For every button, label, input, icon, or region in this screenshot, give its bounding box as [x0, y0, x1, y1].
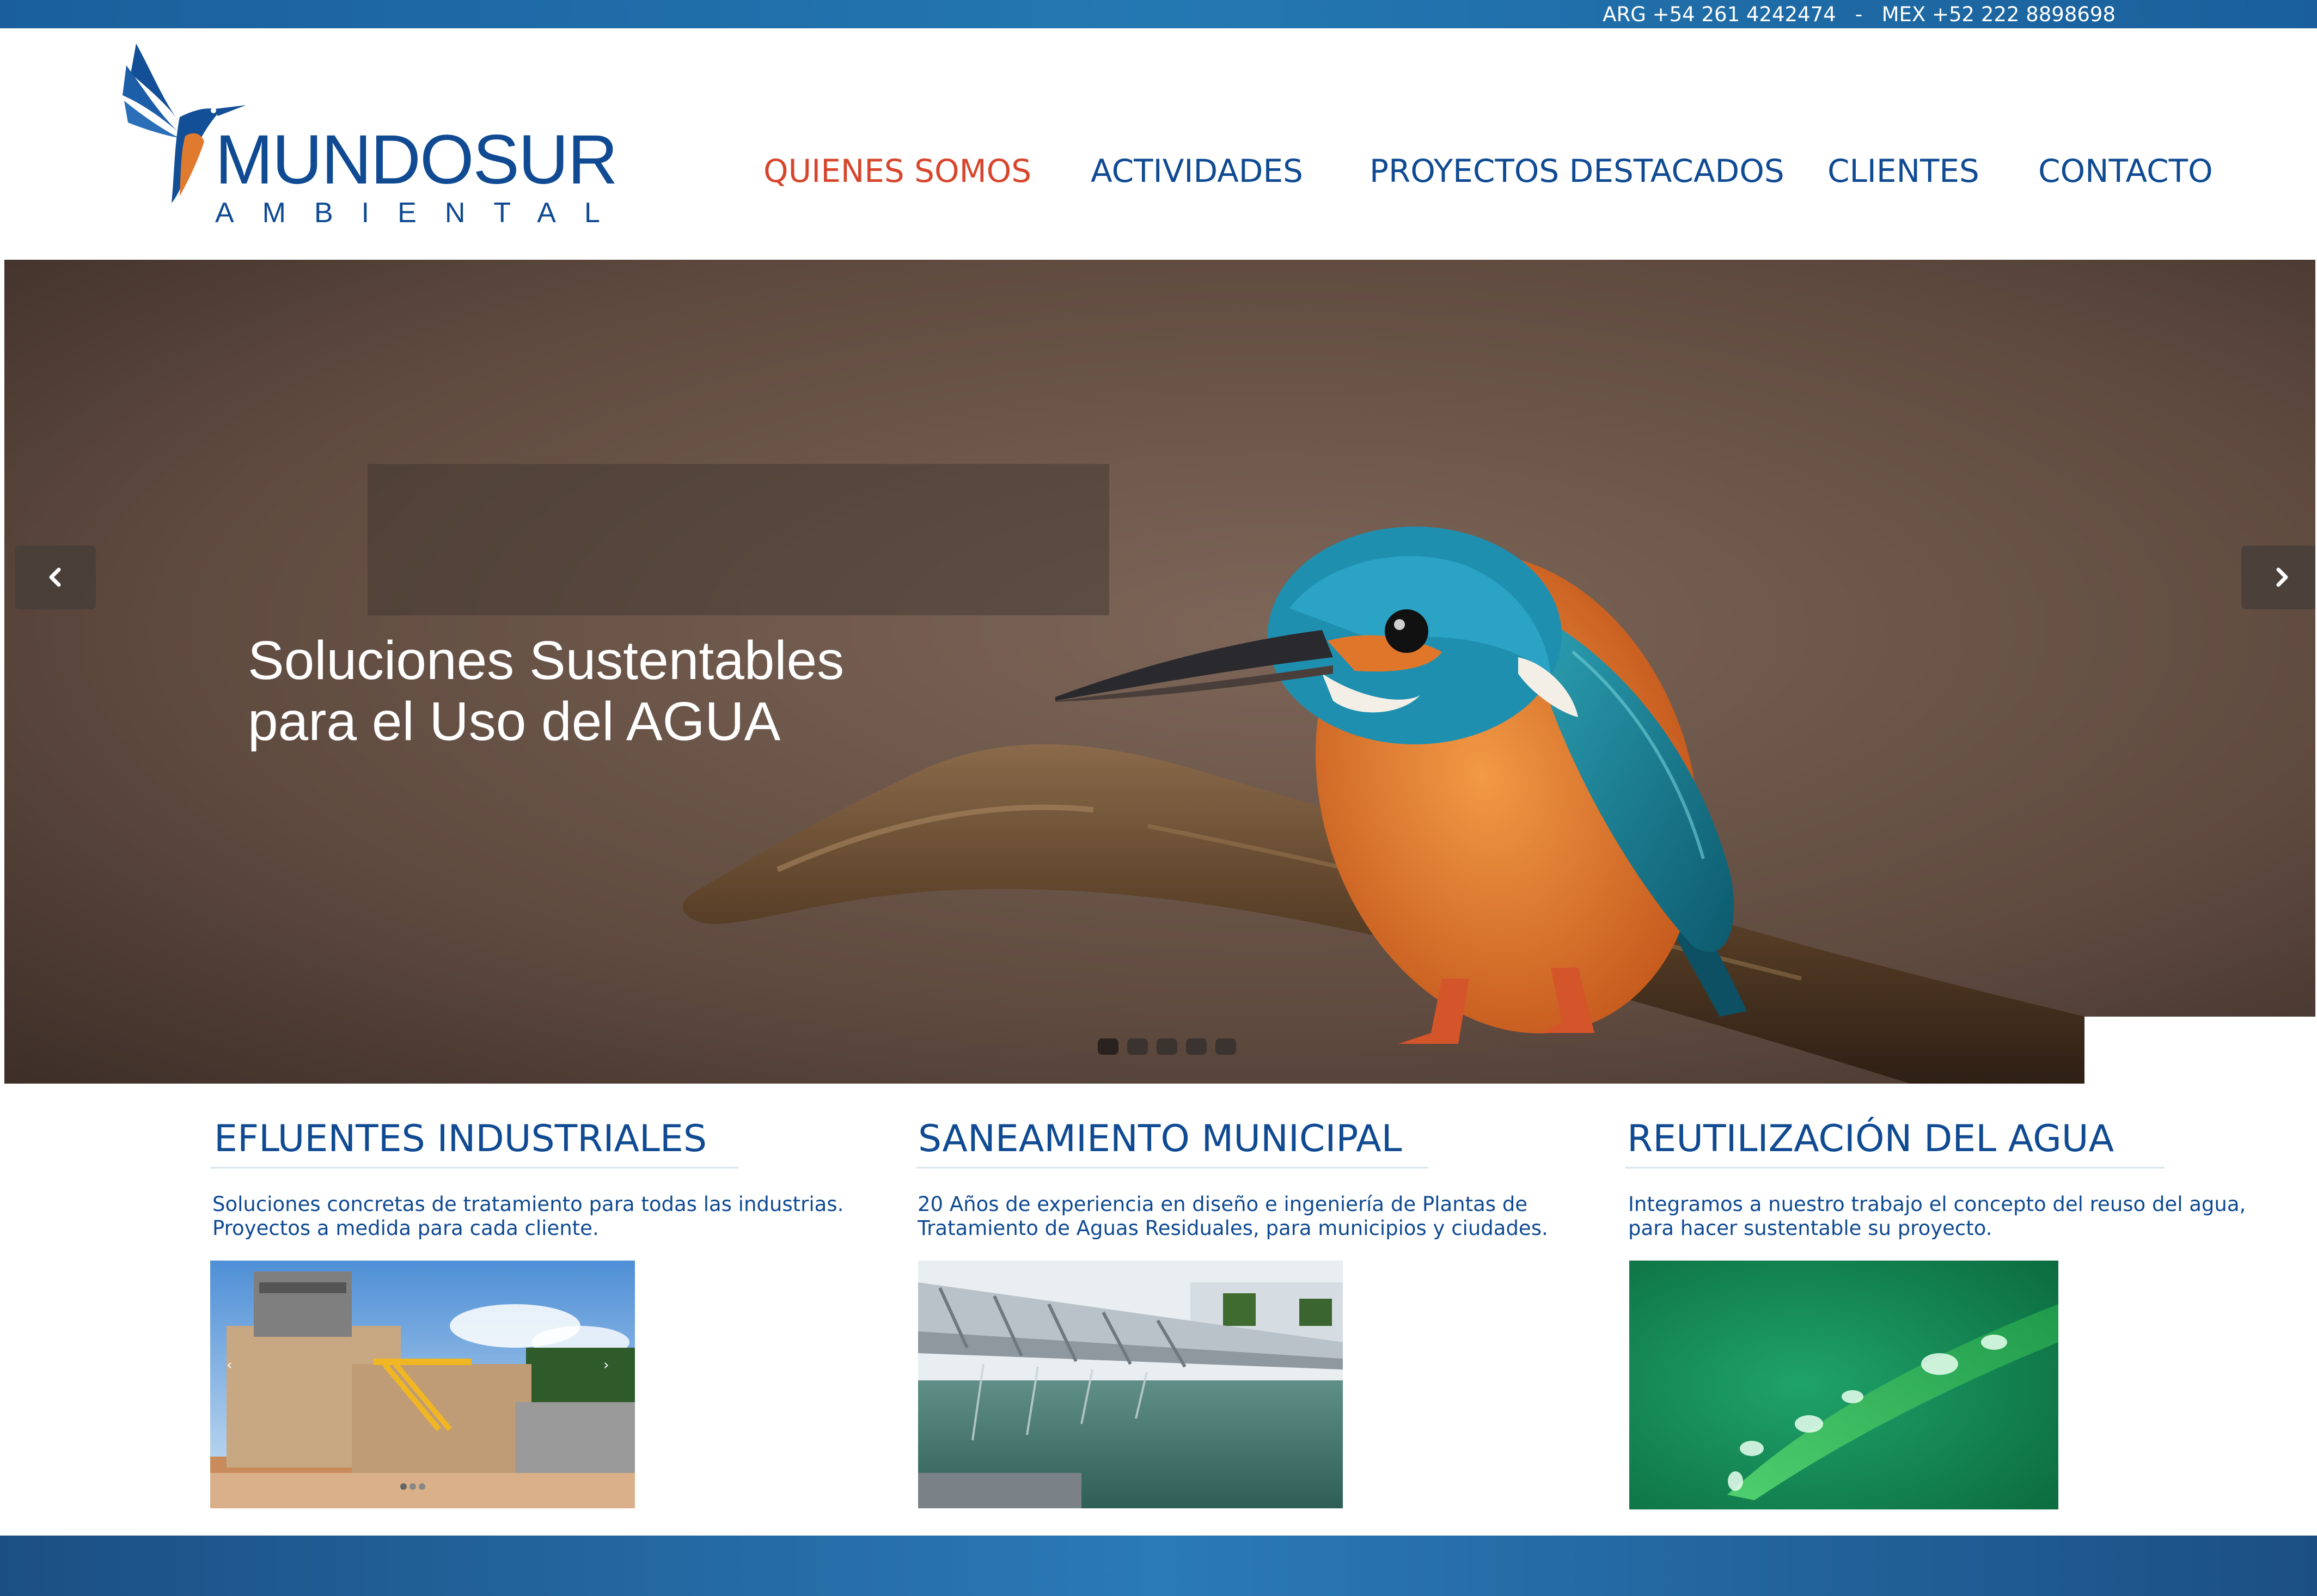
description-line: Soluciones concretas de tratamiento para… [212, 1193, 844, 1216]
section-title-saneamiento[interactable]: SANEAMIENTO MUNICIPAL [918, 1121, 1402, 1158]
top-contact-bar: ARG +54 261 4242474 - MEX +52 222 889869… [0, 0, 2317, 28]
section-title-reutilizacion[interactable]: REUTILIZACIÓN DEL AGUA [1627, 1121, 2114, 1158]
section-divider [1625, 1167, 2165, 1169]
chevron-left-icon [49, 567, 61, 587]
hero-caption-box [368, 464, 1109, 615]
section-description-efluentes: Soluciones concretas de tratamiento para… [212, 1193, 843, 1240]
logo-subtitle: AMBIENTAL [215, 197, 628, 229]
section-description-saneamiento: 20 Años de experiencia en diseño e ingen… [918, 1193, 1548, 1240]
nav-proyectos-destacados[interactable]: PROYECTOS DESTACADOS [1370, 155, 1784, 187]
description-line: Integramos a nuestro trabajo el concepto… [1628, 1193, 2246, 1216]
slider-dot-4[interactable] [1186, 1038, 1207, 1055]
section-title-efluentes[interactable]: EFLUENTES INDUSTRIALES [214, 1121, 707, 1158]
slider-dot-1[interactable] [1098, 1038, 1118, 1055]
phone-numbers: ARG +54 261 4242474 - MEX +52 222 889869… [1603, 3, 2116, 26]
description-line: 20 Años de experiencia en diseño e ingen… [918, 1193, 1528, 1216]
nav-quienes-somos[interactable]: QUIENES SOMOS [763, 155, 1031, 187]
slider-next-button[interactable] [2241, 546, 2315, 609]
efluentes-image[interactable]: ‹ › [210, 1261, 635, 1508]
section-divider [916, 1167, 1428, 1169]
hero-title-line-1: Soluciones Sustentables [248, 630, 845, 691]
industrial-plant-photo: ‹ › [210, 1261, 635, 1508]
footer-bar [0, 1536, 2317, 1596]
svg-text:‹: ‹ [227, 1357, 232, 1373]
site-logo[interactable]: MUNDOSUR AMBIENTAL [120, 41, 618, 227]
logo-wordmark: MUNDOSUR [215, 121, 618, 199]
nav-contacto[interactable]: CONTACTO [2038, 155, 2213, 187]
section-divider [210, 1167, 738, 1169]
hero-title-line-2: para el Uso del AGUA [248, 691, 781, 752]
chevron-right-icon [2276, 567, 2288, 587]
slider-dot-3[interactable] [1157, 1038, 1177, 1055]
hero-slider: Soluciones Sustentables para el Uso del … [4, 260, 2315, 1084]
description-line: Proyectos a medida para cada cliente. [212, 1216, 599, 1240]
water-treatment-photo [918, 1261, 1343, 1508]
slider-dot-2[interactable] [1127, 1038, 1148, 1055]
leaf-water-drops-photo [1629, 1261, 2058, 1509]
nav-actividades[interactable]: ACTIVIDADES [1091, 155, 1303, 187]
saneamiento-image[interactable] [918, 1261, 1343, 1508]
section-description-reutilizacion: Integramos a nuestro trabajo el concepto… [1628, 1193, 2246, 1240]
description-line: para hacer sustentable su proyecto. [1628, 1216, 1992, 1240]
description-line: Tratamiento de Aguas Residuales, para mu… [918, 1216, 1548, 1240]
reutilizacion-image[interactable] [1629, 1261, 2058, 1509]
svg-text:›: › [603, 1357, 609, 1373]
slider-dot-5[interactable] [1215, 1038, 1236, 1055]
hero-title: Soluciones Sustentables para el Uso del … [248, 630, 844, 752]
nav-clientes[interactable]: CLIENTES [1827, 155, 1979, 187]
slider-prev-button[interactable] [15, 546, 96, 609]
